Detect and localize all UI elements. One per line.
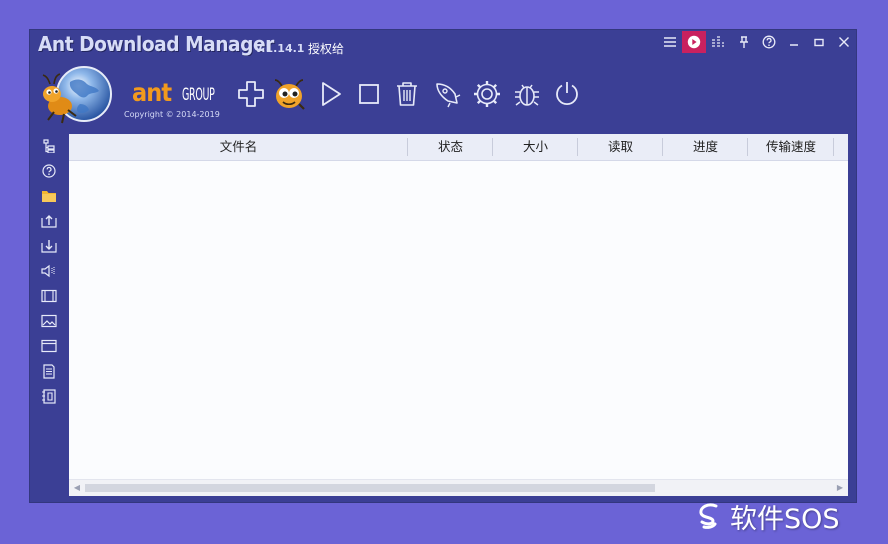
watermark: 软件SOS (694, 496, 840, 536)
ant-globe-logo-icon (42, 66, 112, 124)
column-header-filename[interactable]: 文件名 (69, 134, 408, 160)
archive-icon (42, 388, 56, 404)
maximize-icon (814, 38, 824, 47)
app-logo: ant GROUP Copyright © 2014-2019 (40, 66, 220, 124)
brand-ant: ant (132, 78, 172, 107)
column-label: 传输速度 (765, 139, 816, 154)
resume-button[interactable] (314, 76, 348, 112)
sidebar-item-upload[interactable] (40, 212, 58, 230)
minimize-button[interactable] (782, 31, 806, 53)
column-header-progress[interactable]: 进度 (663, 134, 748, 160)
film-icon (41, 289, 57, 303)
sidebar-item-folder[interactable] (40, 187, 58, 205)
equalizer-icon (712, 36, 724, 47)
sidebar-item-video[interactable] (40, 287, 58, 305)
minimize-icon (790, 44, 798, 46)
help-button[interactable] (757, 31, 781, 53)
column-label: 状态 (437, 139, 463, 154)
settings-button[interactable] (470, 76, 504, 112)
horizontal-scrollbar[interactable]: ◀ ▶ (69, 479, 848, 496)
column-label: 大小 (522, 139, 548, 154)
trash-icon (397, 82, 417, 106)
sidebar-item-programs[interactable] (40, 337, 58, 355)
pin-button[interactable] (732, 31, 756, 53)
delete-button[interactable] (390, 76, 424, 112)
download-icon (41, 240, 57, 253)
brand-wordmark: ant GROUP (132, 78, 215, 107)
menu-button[interactable] (658, 31, 682, 53)
power-button[interactable] (550, 76, 584, 112)
sidebar-item-unknown[interactable] (40, 162, 58, 180)
upload-icon (41, 215, 57, 228)
power-icon (556, 82, 578, 106)
sidebar-item-documents[interactable] (40, 362, 58, 380)
copyright-text: Copyright © 2014-2019 (124, 110, 220, 119)
close-icon (839, 37, 849, 47)
ant-face-icon (274, 79, 305, 110)
image-icon (41, 314, 57, 328)
play-icon (322, 82, 341, 106)
bug-report-button[interactable] (510, 76, 544, 112)
stop-icon (359, 84, 379, 104)
brand-group: GROUP (182, 85, 215, 105)
sidebar-item-audio[interactable] (40, 262, 58, 280)
license-label: 授权给 (308, 42, 345, 56)
plus-icon (238, 81, 264, 107)
category-sidebar (30, 132, 68, 412)
menu-icon (664, 37, 676, 47)
title-bar[interactable]: Ant Download Manager v.1.14.1 授权给 (30, 30, 856, 60)
app-window: Ant Download Manager v.1.14.1 授权给 ant GR… (30, 30, 856, 502)
scroll-left-arrow[interactable]: ◀ (71, 482, 83, 494)
folder-icon (42, 191, 56, 202)
play-circle-icon (687, 35, 701, 49)
download-rows[interactable] (69, 161, 848, 479)
tree-icon (43, 139, 55, 153)
speaker-icon (41, 264, 55, 278)
column-header-speed[interactable]: 传输速度 (748, 134, 834, 160)
table-header: 文件名 状态 大小 读取 进度 传输速度 (69, 134, 848, 161)
version-label: v.1.14.1 (255, 42, 305, 55)
sidebar-item-all[interactable] (40, 137, 58, 155)
column-label: 文件名 (219, 139, 258, 154)
ant-mascot-button[interactable] (272, 76, 306, 112)
play-monitor-button[interactable] (682, 31, 706, 53)
sidebar-item-images[interactable] (40, 312, 58, 330)
pin-icon (740, 35, 748, 48)
column-header-size[interactable]: 大小 (493, 134, 578, 160)
gear-icon (474, 81, 500, 107)
column-header-read[interactable]: 读取 (578, 134, 663, 160)
app-title: Ant Download Manager (38, 32, 274, 56)
close-button[interactable] (832, 31, 856, 53)
bug-icon (515, 84, 539, 106)
add-download-button[interactable] (234, 76, 268, 112)
sidebar-item-download[interactable] (40, 237, 58, 255)
scroll-right-arrow[interactable]: ▶ (834, 482, 846, 494)
column-label: 进度 (692, 139, 718, 154)
watermark-text: 软件SOS (730, 503, 840, 535)
help-icon (42, 164, 56, 178)
help-circle-icon (762, 35, 776, 49)
download-list[interactable]: 文件名 状态 大小 读取 进度 传输速度 ◀ ▶ (69, 134, 848, 496)
window-icon (41, 339, 57, 353)
column-header-status[interactable]: 状态 (408, 134, 493, 160)
stop-button[interactable] (352, 76, 386, 112)
sidebar-item-archives[interactable] (40, 387, 58, 405)
document-icon (43, 363, 55, 379)
column-label: 读取 (607, 139, 633, 154)
scrollbar-thumb[interactable] (85, 484, 655, 492)
watermark-logo-icon (699, 503, 718, 529)
maximize-button[interactable] (807, 31, 831, 53)
rocket-button[interactable] (430, 76, 464, 112)
equalizer-button[interactable] (706, 31, 730, 53)
rocket-icon (436, 83, 461, 108)
